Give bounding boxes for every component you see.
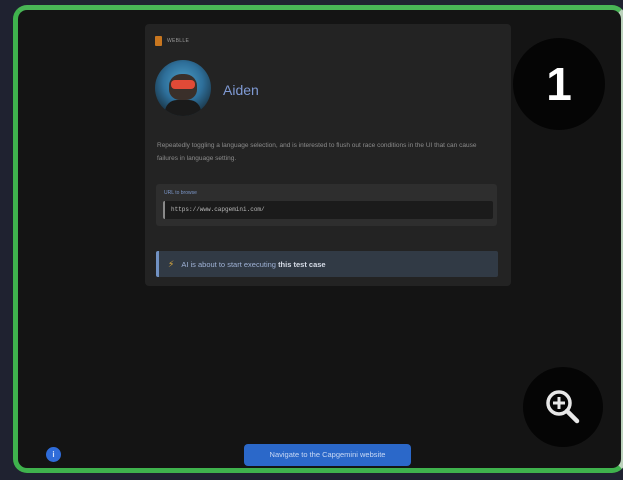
status-banner: ⚡︎ AI is about to start executing this t…	[156, 251, 498, 277]
brand-header: WEBLLE	[155, 36, 189, 46]
info-button[interactable]: i	[46, 447, 61, 462]
zoom-in-button[interactable]	[523, 367, 603, 447]
test-case-card: WEBLLE Aiden Repeatedly toggling a langu…	[145, 24, 511, 286]
recording-frame: WEBLLE Aiden Repeatedly toggling a langu…	[13, 5, 623, 473]
user-name: Aiden	[223, 82, 259, 98]
zoom-in-icon	[546, 390, 580, 424]
url-field[interactable]: https://www.capgemini.com/	[163, 201, 493, 219]
brand-logo-icon	[155, 36, 162, 46]
navigate-button[interactable]: Navigate to the Capgemini website	[244, 444, 411, 466]
step-number-badge: 1	[513, 38, 605, 130]
task-description: Repeatedly toggling a language selection…	[157, 142, 477, 162]
avatar	[155, 60, 211, 116]
url-label: URL to browse	[164, 190, 197, 196]
brand-name: WEBLLE	[167, 38, 190, 44]
lightning-icon: ⚡︎	[168, 258, 175, 269]
status-text: AI is about to start executing this test…	[181, 259, 326, 269]
url-section: URL to browse https://www.capgemini.com/	[156, 184, 497, 226]
